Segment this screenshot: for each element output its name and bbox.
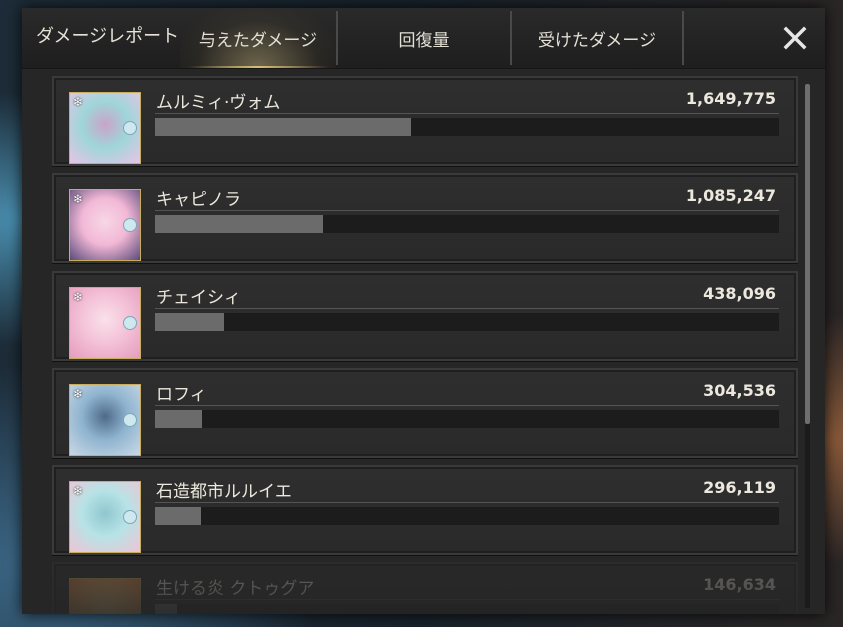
character-name: ロフィ xyxy=(156,385,207,405)
damage-report-dialog: ダメージレポート 与えたダメージ 回復量 受けたダメージ ❄ ムルミィ·ヴォム … xyxy=(22,8,825,614)
character-name: ムルミィ·ヴォム xyxy=(156,93,281,113)
tab-damage-dealt-label: 与えたダメージ xyxy=(198,30,318,51)
list-item[interactable]: 生ける炎 クトゥグア 146,634 xyxy=(52,562,798,614)
damage-bar xyxy=(155,507,779,525)
damage-value: 146,634 xyxy=(703,575,776,594)
character-name: キャピノラ xyxy=(156,190,241,210)
snowflake-icon: ❄ xyxy=(73,290,84,304)
avatar: ❄ xyxy=(69,189,141,261)
element-badge-icon xyxy=(123,413,137,427)
element-badge-icon xyxy=(123,316,137,330)
divider xyxy=(155,113,779,114)
damage-value: 304,536 xyxy=(703,381,776,400)
damage-bar-fill xyxy=(155,604,178,614)
list-item[interactable]: ❄ キャピノラ 1,085,247 xyxy=(52,173,798,263)
element-badge-icon xyxy=(123,510,137,524)
element-badge-icon xyxy=(123,121,137,135)
avatar: ❄ xyxy=(69,92,141,164)
tab-damage-dealt[interactable]: 与えたダメージ xyxy=(180,8,336,68)
list-item[interactable]: ❄ ロフィ 304,536 xyxy=(52,368,798,458)
damage-bar xyxy=(155,410,779,428)
damage-value: 438,096 xyxy=(703,284,776,303)
scrollbar[interactable] xyxy=(805,84,810,608)
list-item[interactable]: ❄ 石造都市ルルイエ 296,119 xyxy=(52,465,798,555)
damage-value: 1,649,775 xyxy=(685,89,776,108)
dialog-title: ダメージレポート xyxy=(36,26,180,47)
damage-bar xyxy=(155,215,779,233)
damage-bar xyxy=(155,313,779,331)
character-name: チェイシィ xyxy=(156,288,241,308)
tab-healing-label: 回復量 xyxy=(398,30,450,51)
tab-damage-taken[interactable]: 受けたダメージ xyxy=(512,8,682,68)
damage-bar-fill xyxy=(155,507,201,525)
damage-bar xyxy=(155,118,779,136)
dialog-header: ダメージレポート 与えたダメージ 回復量 受けたダメージ xyxy=(22,8,825,69)
damage-value: 1,085,247 xyxy=(685,186,776,205)
character-name: 石造都市ルルイエ xyxy=(156,482,292,502)
close-button[interactable] xyxy=(777,20,813,56)
avatar: ❄ xyxy=(69,287,141,359)
damage-list[interactable]: ❄ ムルミィ·ヴォム 1,649,775 ❄ キャピノラ 1,085,247 ❄… xyxy=(52,76,802,614)
divider xyxy=(155,502,779,503)
element-badge-icon xyxy=(123,218,137,232)
snowflake-icon: ❄ xyxy=(73,95,84,109)
damage-bar-fill xyxy=(155,215,324,233)
list-item[interactable]: ❄ ムルミィ·ヴォム 1,649,775 xyxy=(52,76,798,166)
damage-bar xyxy=(155,604,779,614)
snowflake-icon: ❄ xyxy=(73,192,84,206)
avatar: ❄ xyxy=(69,481,141,553)
divider xyxy=(155,599,779,600)
tab-damage-taken-label: 受けたダメージ xyxy=(537,30,657,51)
close-icon xyxy=(783,26,807,50)
snowflake-icon: ❄ xyxy=(73,387,84,401)
avatar xyxy=(69,578,141,614)
damage-bar-fill xyxy=(155,313,224,331)
tab-healing[interactable]: 回復量 xyxy=(338,8,510,68)
damage-value: 296,119 xyxy=(703,478,776,497)
scrollbar-thumb[interactable] xyxy=(805,84,810,424)
divider xyxy=(155,308,779,309)
divider xyxy=(155,405,779,406)
damage-bar-fill xyxy=(155,118,411,136)
damage-bar-fill xyxy=(155,410,202,428)
avatar: ❄ xyxy=(69,384,141,456)
divider xyxy=(155,210,779,211)
character-name: 生ける炎 クトゥグア xyxy=(156,579,315,599)
snowflake-icon: ❄ xyxy=(73,484,84,498)
tab-separator xyxy=(682,11,684,65)
list-item[interactable]: ❄ チェイシィ 438,096 xyxy=(52,271,798,361)
